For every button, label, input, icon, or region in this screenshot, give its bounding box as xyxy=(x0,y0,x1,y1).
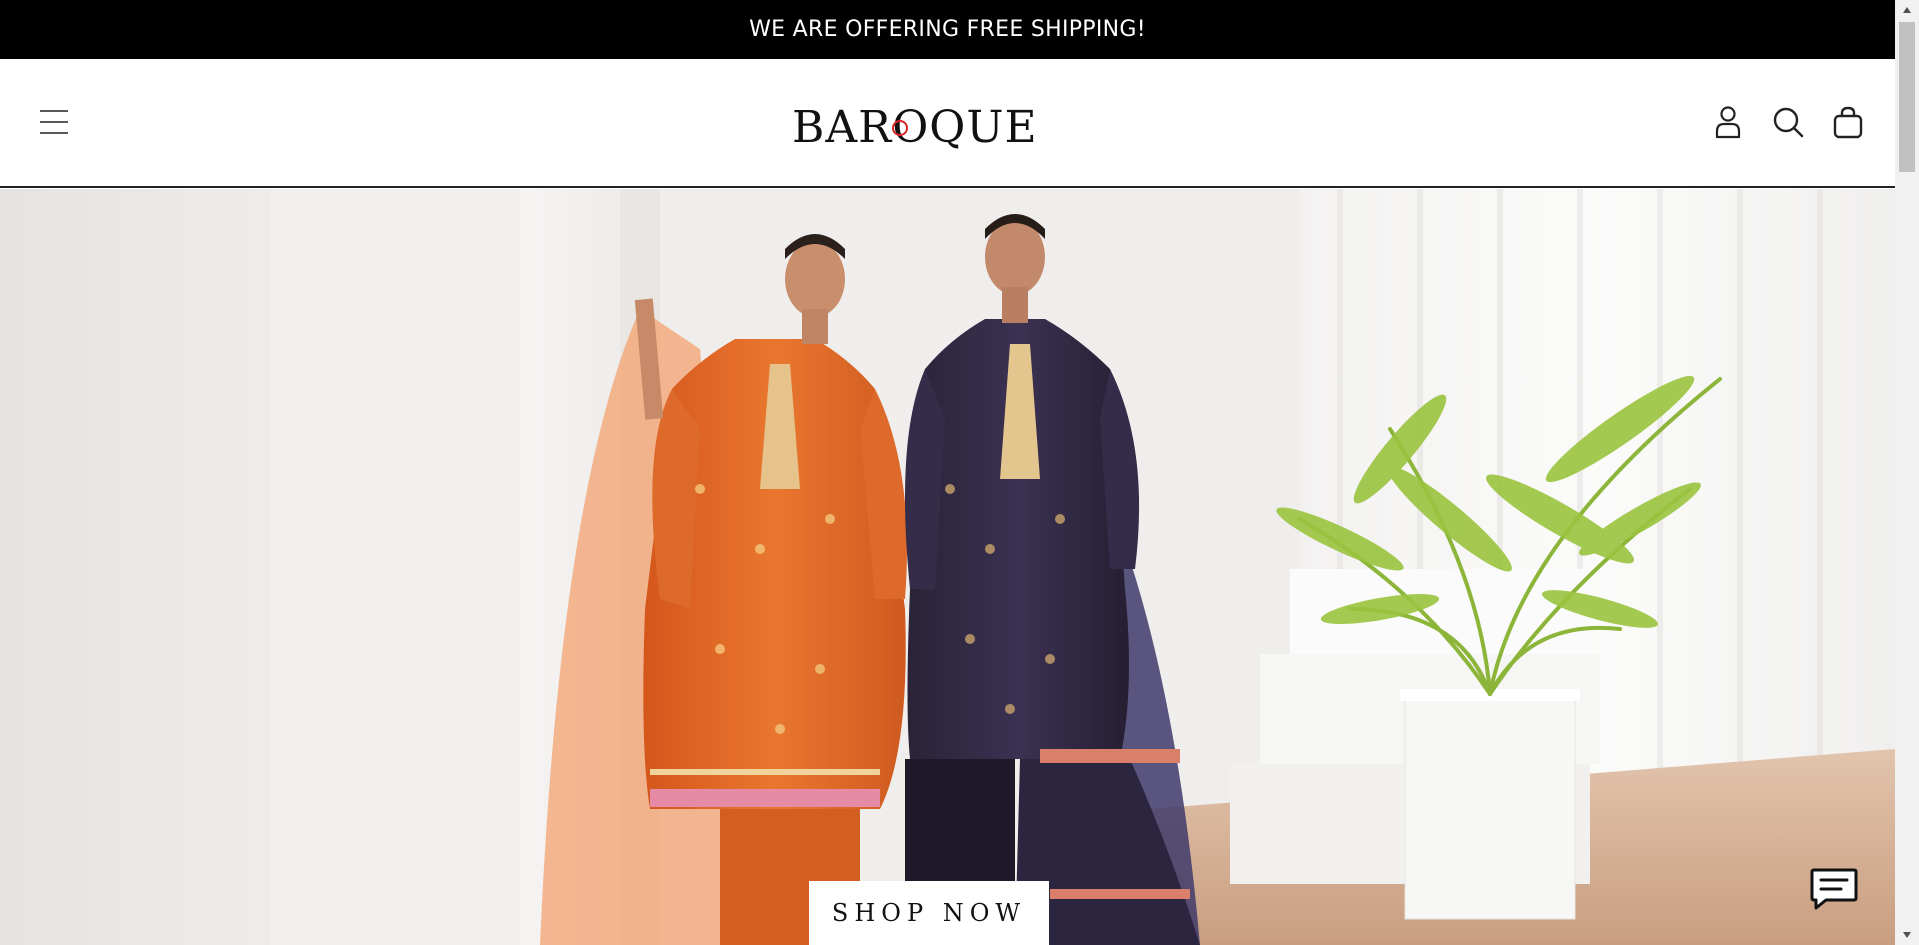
chat-icon[interactable] xyxy=(1808,862,1860,914)
menu-icon[interactable] xyxy=(38,106,70,138)
scrollbar-thumb[interactable] xyxy=(1899,22,1915,172)
announcement-bar: WE ARE OFFERING FREE SHIPPING! xyxy=(0,0,1895,59)
logo[interactable]: BAROQUE xyxy=(792,102,1037,154)
hero-banner[interactable] xyxy=(0,189,1895,945)
hero-image xyxy=(0,189,1895,945)
scroll-up-icon[interactable] xyxy=(1895,0,1919,20)
page-scrollbar[interactable] xyxy=(1895,0,1919,945)
shop-now-button[interactable]: SHOP NOW xyxy=(809,881,1049,945)
scroll-down-icon[interactable] xyxy=(1895,925,1919,945)
logo-text: BAROQUE xyxy=(792,102,1038,153)
search-icon[interactable] xyxy=(1771,105,1805,139)
site-header: BAROQUE xyxy=(0,59,1895,188)
shop-now-label: SHOP NOW xyxy=(831,899,1027,927)
account-icon[interactable] xyxy=(1711,105,1745,139)
header-actions xyxy=(1711,105,1865,139)
logo-accent-icon xyxy=(892,120,908,136)
announcement-text: WE ARE OFFERING FREE SHIPPING! xyxy=(749,17,1146,42)
bag-icon[interactable] xyxy=(1831,105,1865,139)
